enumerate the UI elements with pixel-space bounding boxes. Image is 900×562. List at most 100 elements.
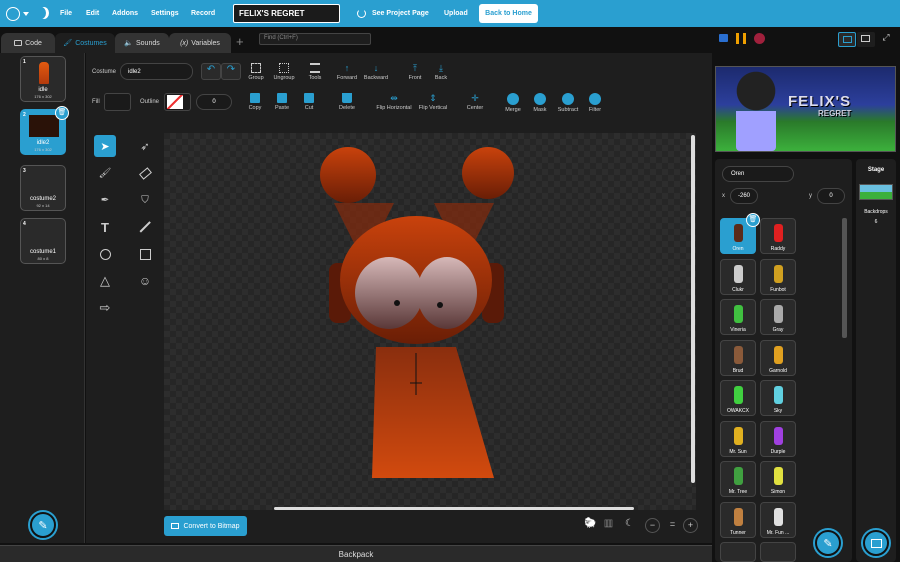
select-tool[interactable]: ➤ [94,135,116,157]
sprite-tile[interactable]: Funbot [760,258,796,295]
back-button[interactable]: ⤓ Back [423,63,459,81]
eraser-tool[interactable] [134,162,156,184]
tools-button[interactable]: Tools [297,63,333,81]
bucket-tool[interactable]: ⛉ [134,189,156,211]
dark-canvas-icon[interactable]: ☾ [622,518,637,533]
costume-tile[interactable]: 1 idle 176 x 302 [20,56,66,102]
tab-code[interactable]: Code [1,33,55,53]
sprite-tile[interactable]: Sky [760,380,796,416]
tab-variables[interactable]: (x) Variables [169,33,231,53]
drawing-canvas[interactable] [164,133,696,510]
vertical-scrollbar[interactable] [691,135,695,483]
globe-icon[interactable] [6,7,20,21]
stage-selector[interactable]: Stage Backdrops 6 [856,159,896,562]
stage-character [736,71,776,151]
reshape-tool[interactable]: ➶ [134,135,156,157]
bucket-icon: ⛉ [141,194,149,206]
tab-costumes[interactable]: 🖌 Costumes [55,33,115,53]
delete-sprite-icon[interactable]: 🗑 [746,213,760,227]
flip-horizontal-button[interactable]: ⇹ Flip Horizontal [372,93,416,111]
back-to-home-button[interactable]: Back to Home [479,4,538,23]
backward-button[interactable]: ↓ Backward [358,63,394,81]
sprite-list-scrollbar[interactable] [842,218,847,338]
cut-button[interactable]: Cut [291,93,327,111]
line-tool[interactable] [134,216,156,238]
sprite-tile[interactable]: Durple [760,420,796,457]
sprite-tile[interactable]: Gray [760,299,796,335]
menu-edit[interactable]: Edit [86,0,99,27]
zoom-in-button[interactable]: + [683,518,698,533]
stage-preview[interactable]: FELIX'S REGRET [715,66,896,152]
triangle-icon: △ [100,273,110,288]
small-stage-button[interactable] [838,32,856,47]
sprite-tile[interactable]: Mr. Fun ... [760,501,796,538]
circle-tool[interactable] [94,243,116,265]
delete-costume-icon[interactable]: 🗑 [55,106,69,120]
large-stage-button[interactable] [857,32,875,47]
fill-tool[interactable]: ✒ [94,189,116,211]
grid-toggle-icon[interactable]: ▥ [601,518,616,533]
costume-name-input[interactable]: idle2 [120,63,193,80]
menu-addons[interactable]: Addons [112,0,138,27]
eraser-icon [138,166,152,180]
brush-tool[interactable]: 🖌 [94,162,116,184]
see-project-page-link[interactable]: See Project Page [372,0,429,27]
sprite-tile[interactable] [760,542,796,562]
horizontal-scrollbar[interactable] [274,507,634,510]
menu-bar: File Edit Addons Settings Record FELIX'S… [0,0,900,27]
convert-to-bitmap-button[interactable]: Convert to Bitmap [164,516,247,536]
outline-swatch[interactable] [164,93,191,111]
menu-file[interactable]: File [60,0,72,27]
text-tool[interactable]: T [94,216,116,238]
sprite-tile[interactable]: Mr. Tree [720,461,756,497]
sprite-y-input[interactable]: 0 [817,188,845,204]
sprite-tile[interactable]: OWAKCX [720,380,756,416]
delete-button[interactable]: Delete [329,93,365,111]
sprite-x-input[interactable]: -260 [730,188,758,204]
upload-button[interactable]: Upload [444,0,468,27]
menu-settings[interactable]: Settings [151,0,179,27]
costume-tile[interactable]: 4 costume1 80 x 8 [20,218,66,264]
fullscreen-button[interactable]: ⤢ [877,32,895,47]
choose-backdrop-button[interactable] [863,530,889,556]
add-tab-button[interactable]: + [236,34,244,49]
green-flag-icon[interactable] [719,34,728,42]
triangle-tool[interactable]: △ [94,270,116,292]
flip-vertical-button[interactable]: ⇕ Flip Vertical [414,93,452,111]
undo-button[interactable]: ↶ [201,63,221,80]
sprite-tile[interactable]: Raddy [760,218,796,254]
sprite-tile[interactable]: Garnold [760,339,796,376]
stop-icon[interactable] [754,33,765,44]
choose-sprite-button[interactable]: ✎ [815,530,841,556]
sprite-tile[interactable]: Brud [720,339,756,376]
tab-sounds[interactable]: 🔈 Sounds [115,33,169,53]
chevron-down-icon[interactable] [23,12,29,16]
sprite-name-input[interactable]: Oren [722,166,794,182]
sprite-tile[interactable]: Mr. Sun [720,420,756,457]
sprite-tile[interactable]: Clukr [720,258,756,295]
menu-record[interactable]: Record [191,0,215,27]
rectangle-tool[interactable] [134,243,156,265]
sprite-tile[interactable]: Tunner [720,501,756,538]
theme-moon-icon[interactable] [36,7,46,19]
center-button[interactable]: ✛ Center [457,93,493,111]
project-title-input[interactable]: FELIX'S REGRET [233,4,340,23]
backpack-bar[interactable]: Backpack [0,545,712,562]
sprite-tile[interactable]: Simon [760,461,796,497]
sprite-tile[interactable]: Vineria [720,299,756,335]
fill-swatch[interactable] [104,93,131,111]
sticker-tool[interactable]: ☺ [134,270,156,292]
pause-icon[interactable] [736,33,746,44]
zoom-reset-button[interactable]: = [665,518,680,533]
flip-horizontal-icon: ⇹ [390,93,398,103]
costume-tile[interactable]: 3 costume2 92 x 14 [20,165,66,211]
choose-costume-button[interactable]: ✎ [30,512,56,538]
zoom-out-button[interactable]: − [645,518,660,533]
onion-skin-icon[interactable]: 🐑 [583,518,598,533]
sprite-tile[interactable] [720,542,756,562]
remix-icon[interactable] [357,9,366,18]
arrow-tool[interactable]: ⇨ [94,297,116,319]
outline-width-input[interactable]: 0 [196,94,232,110]
find-input[interactable]: Find (Ctrl+F) [259,33,371,45]
filter-button[interactable]: Filter [577,93,613,113]
